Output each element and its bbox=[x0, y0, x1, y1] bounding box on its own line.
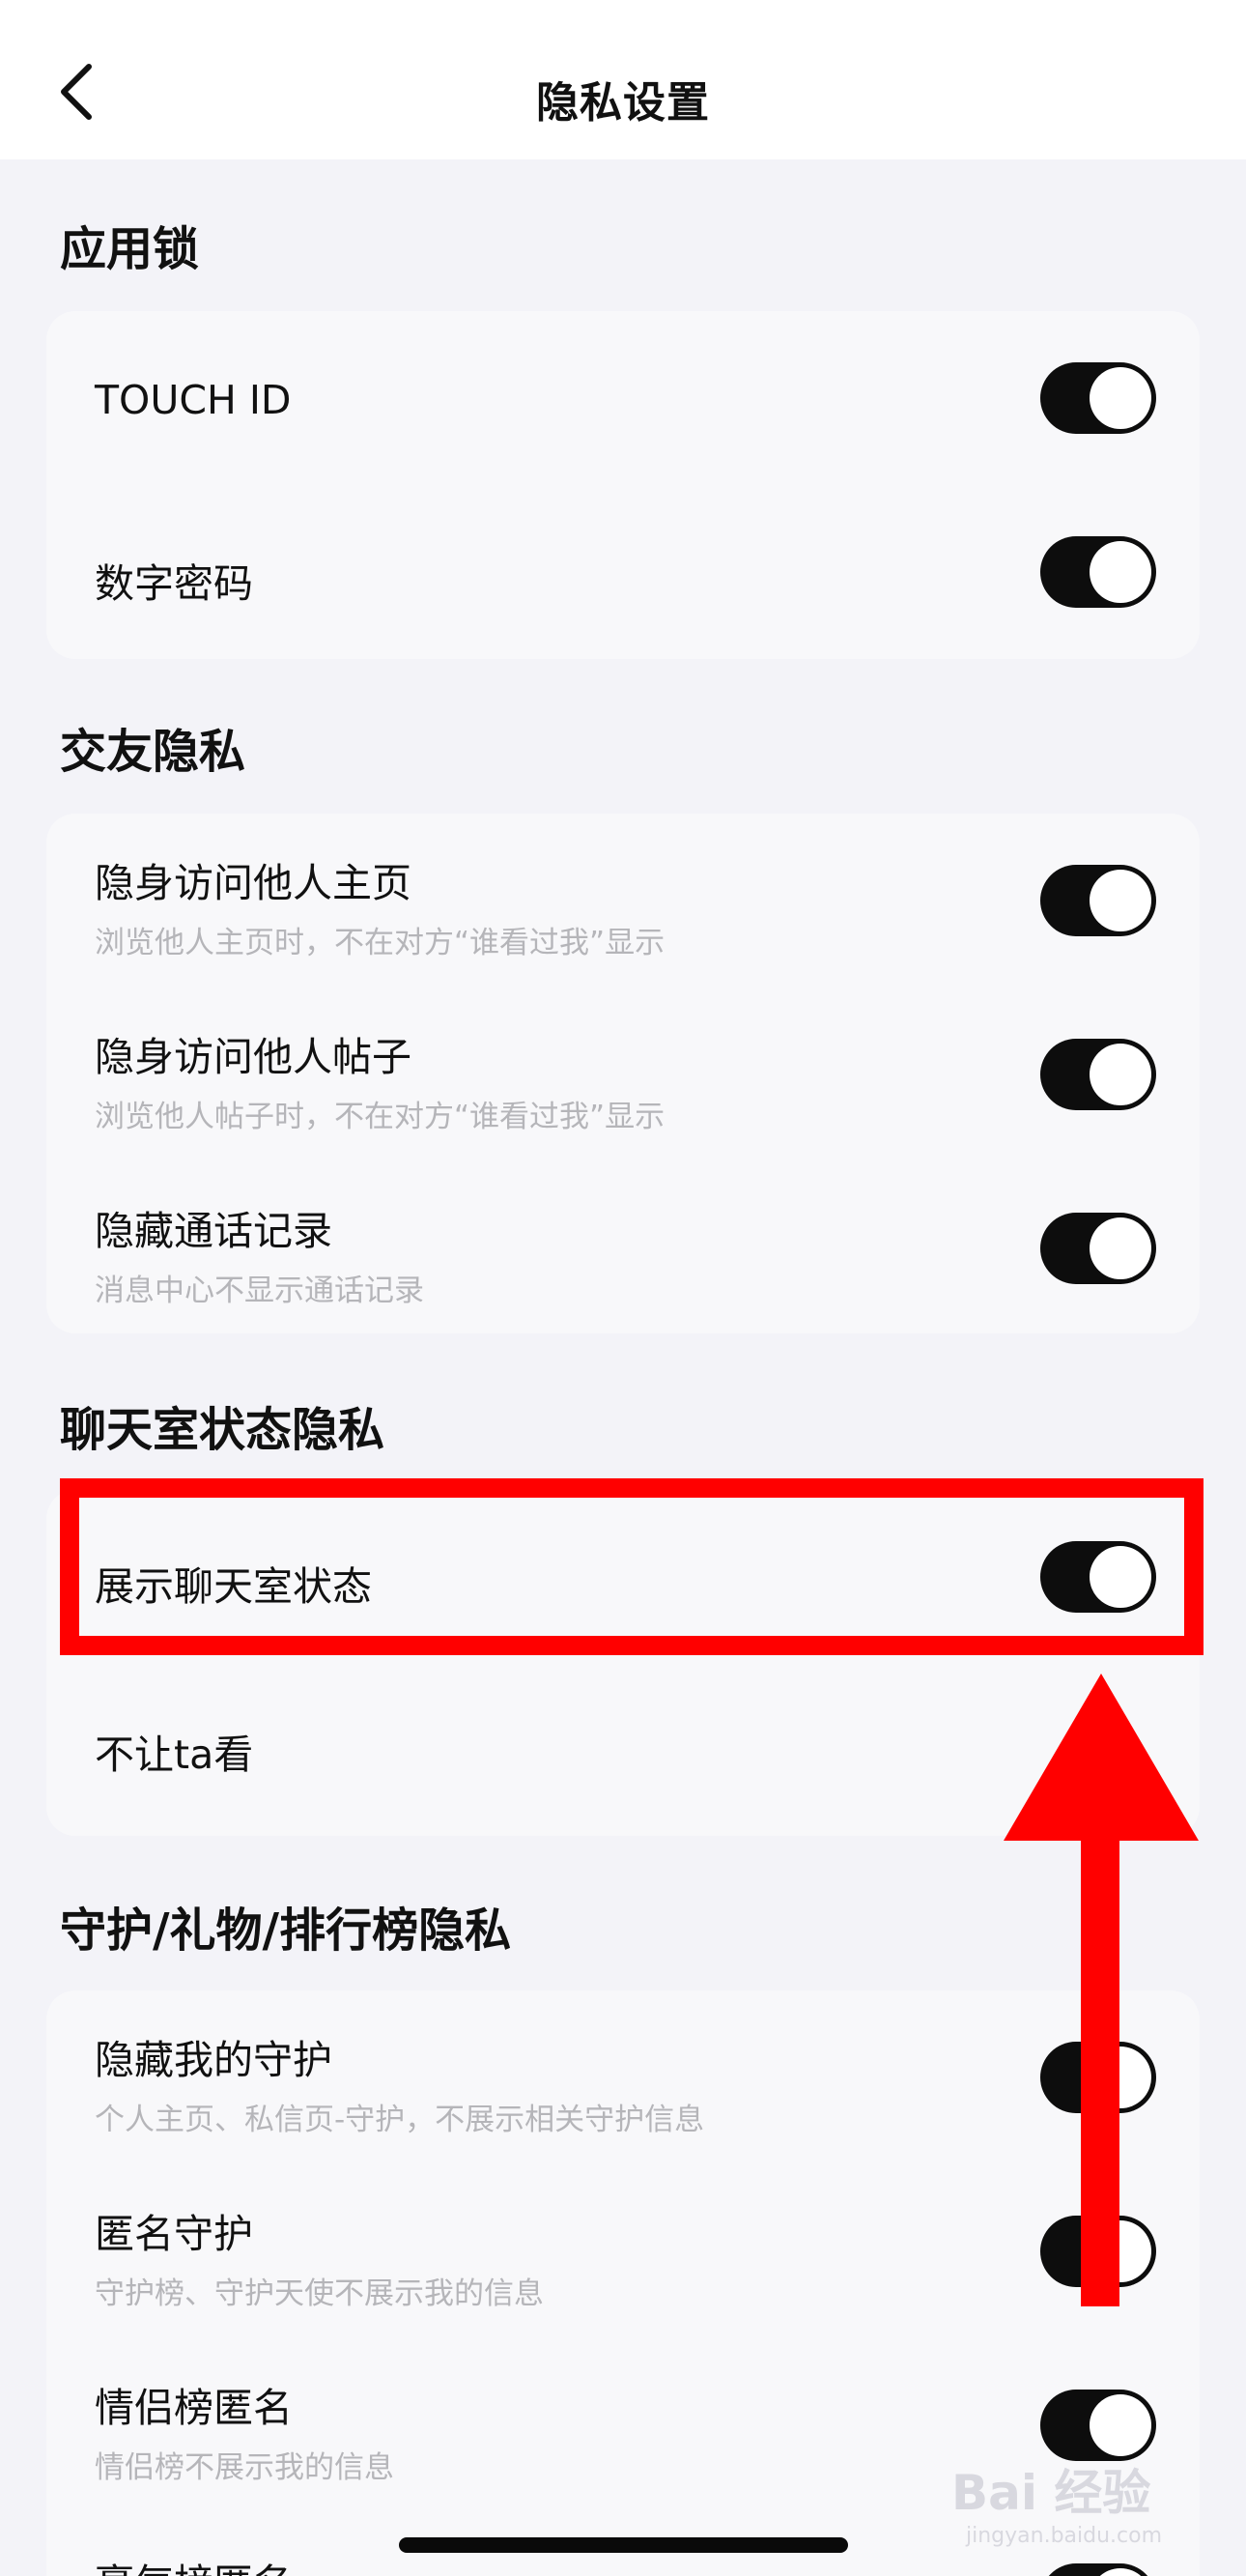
setting-row-hide-call-log: 隐藏通话记录 消息中心不显示通话记录 bbox=[46, 1161, 1200, 1333]
setting-title: 隐藏我的守护 bbox=[95, 2037, 332, 2083]
hide-call-log-toggle[interactable] bbox=[1040, 1213, 1156, 1284]
toggle-knob bbox=[1090, 541, 1151, 603]
home-indicator[interactable] bbox=[399, 2537, 848, 2553]
touch-id-toggle[interactable] bbox=[1040, 362, 1156, 434]
hidden-profile-visit-toggle[interactable] bbox=[1040, 865, 1156, 936]
passcode-toggle[interactable] bbox=[1040, 536, 1156, 608]
arrow-up-icon bbox=[1004, 1674, 1199, 1841]
setting-title: 匿名守护 bbox=[95, 2211, 253, 2257]
setting-subtitle: 浏览他人主页时，不在对方“谁看过我”显示 bbox=[95, 926, 665, 960]
setting-row-anonymous-guard: 匿名守护 守护榜、守护天使不展示我的信息 bbox=[46, 2164, 1200, 2338]
setting-row-hidden-post-visit: 隐身访问他人帖子 浏览他人帖子时，不在对方“谁看过我”显示 bbox=[46, 987, 1200, 1161]
setting-subtitle: 消息中心不显示通话记录 bbox=[95, 1274, 424, 1308]
section-title-guard-privacy: 守护/礼物/排行榜隐私 bbox=[60, 1903, 512, 1958]
toggle-knob bbox=[1090, 870, 1151, 931]
toggle-knob bbox=[1090, 2394, 1151, 2456]
setting-title: TOUCH ID bbox=[95, 377, 292, 423]
hidden-post-visit-toggle[interactable] bbox=[1040, 1039, 1156, 1110]
toggle-knob bbox=[1090, 1217, 1151, 1279]
toggle-knob bbox=[1090, 367, 1151, 429]
setting-title: 数字密码 bbox=[95, 560, 253, 607]
card-app-lock: TOUCH ID 数字密码 bbox=[46, 311, 1200, 659]
setting-title: 隐身访问他人主页 bbox=[95, 860, 411, 906]
toggle-knob bbox=[1090, 1044, 1151, 1105]
arrow-shaft bbox=[1081, 1836, 1119, 2306]
wealth-rank-anonymous-toggle[interactable] bbox=[1040, 2563, 1156, 2576]
setting-subtitle: 个人主页、私信页-守护，不展示相关守护信息 bbox=[95, 2103, 705, 2137]
page-title: 隐私设置 bbox=[536, 78, 710, 128]
toggle-knob bbox=[1090, 2568, 1151, 2576]
setting-title: 豪气榜匿名 bbox=[95, 2551, 293, 2576]
setting-title: 隐藏通话记录 bbox=[95, 1208, 332, 1254]
setting-subtitle: 情侣榜不展示我的信息 bbox=[95, 2450, 394, 2485]
setting-title: 不让ta看 bbox=[95, 1732, 254, 1778]
setting-subtitle: 守护榜、守护天使不展示我的信息 bbox=[95, 2276, 544, 2311]
setting-row-touch-id: TOUCH ID bbox=[46, 311, 1200, 485]
setting-subtitle: 浏览他人帖子时，不在对方“谁看过我”显示 bbox=[95, 1100, 665, 1134]
baidu-watermark: Bai 经验 bbox=[951, 2465, 1151, 2521]
setting-row-hide-my-guard: 隐藏我的守护 个人主页、私信页-守护，不展示相关守护信息 bbox=[46, 1990, 1200, 2164]
couple-rank-anonymous-toggle[interactable] bbox=[1040, 2390, 1156, 2461]
setting-title: 隐身访问他人帖子 bbox=[95, 1034, 411, 1080]
section-title-chatroom-privacy: 聊天室状态隐私 bbox=[60, 1403, 385, 1457]
section-title-app-lock: 应用锁 bbox=[60, 222, 200, 276]
setting-title: 情侣榜匿名 bbox=[95, 2385, 293, 2431]
card-friend-privacy: 隐身访问他人主页 浏览他人主页时，不在对方“谁看过我”显示 隐身访问他人帖子 浏… bbox=[46, 814, 1200, 1333]
baidu-watermark-url: jingyan.baidu.com bbox=[966, 2524, 1163, 2548]
setting-row-passcode: 数字密码 bbox=[46, 485, 1200, 659]
setting-row-hidden-profile-visit: 隐身访问他人主页 浏览他人主页时，不在对方“谁看过我”显示 bbox=[46, 814, 1200, 987]
highlight-box bbox=[60, 1478, 1204, 1655]
section-title-friend-privacy: 交友隐私 bbox=[60, 725, 246, 779]
privacy-settings-screen: 隐私设置 应用锁 TOUCH ID 数字密码 交友隐私 隐身访问他人主页 浏览他… bbox=[0, 0, 1246, 2576]
nav-bar: 隐私设置 bbox=[0, 0, 1246, 159]
